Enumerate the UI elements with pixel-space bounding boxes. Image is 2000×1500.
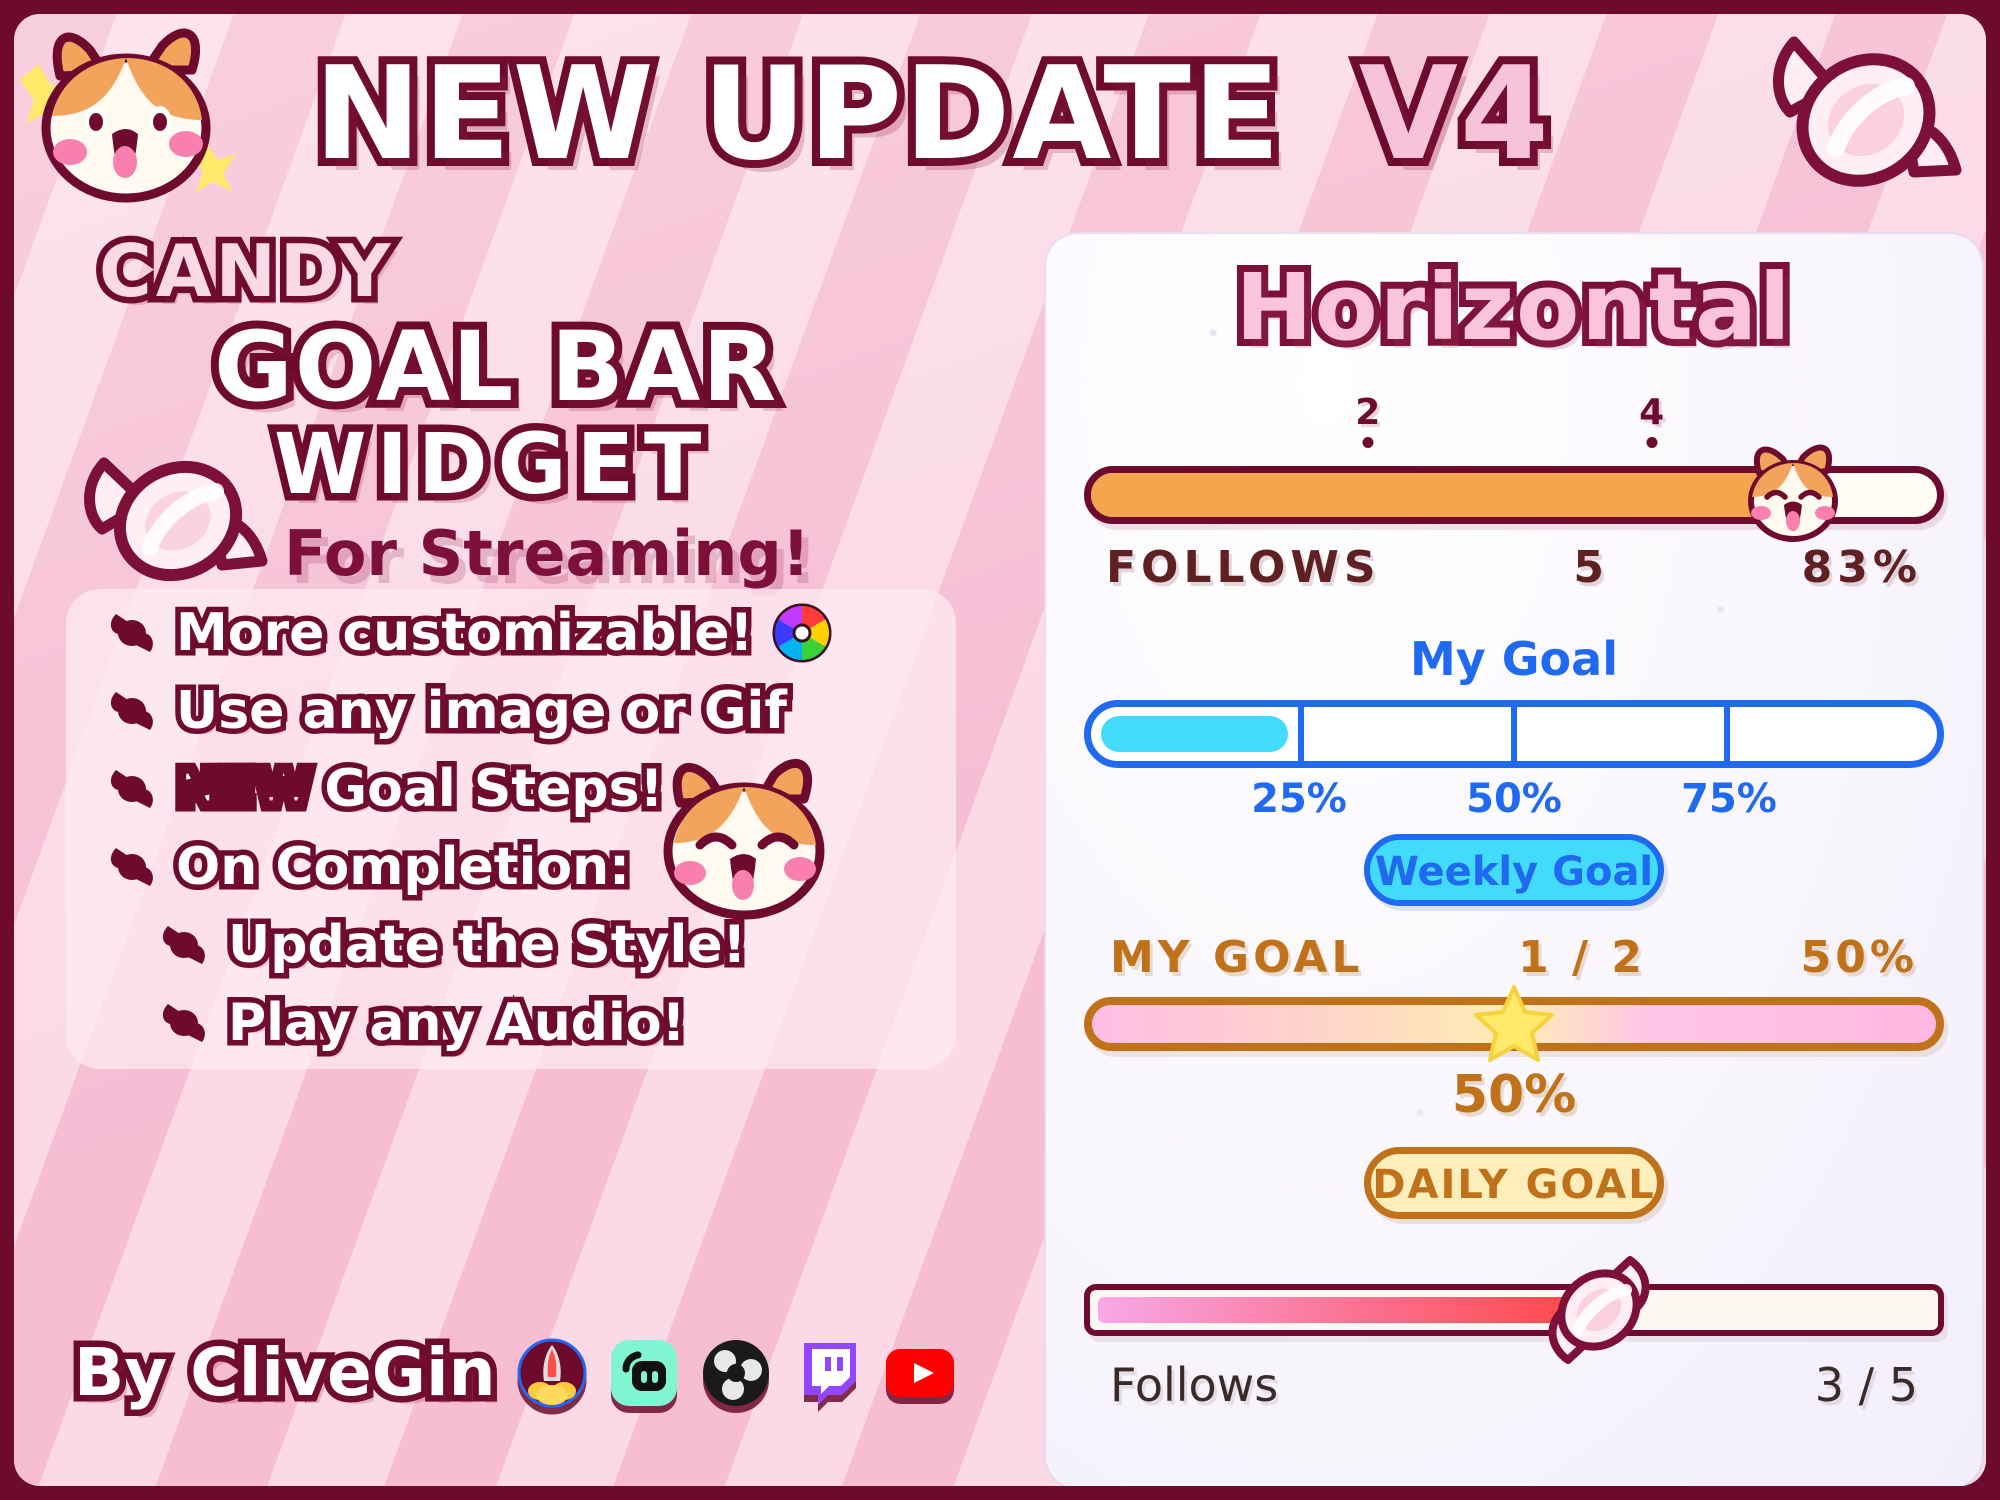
- title-part-version: V4: [1351, 32, 1557, 197]
- step-label: 2: [1355, 392, 1381, 433]
- bar-label-left: FOLLOWS: [1106, 542, 1381, 593]
- step-dot-icon: [1646, 437, 1658, 448]
- bar-label-center: 5: [1573, 542, 1609, 593]
- step-dot-icon: [1362, 437, 1374, 448]
- list-item: Play any Audio!: [158, 987, 691, 1059]
- panel-title: Horizontal: [1229, 247, 1798, 368]
- segment: [1304, 707, 1517, 761]
- bar-labels: 25% 50% 75%: [1084, 776, 1944, 834]
- candy-bullet-icon: [106, 764, 158, 814]
- preview-panel: Horizontal 2 4 FOLLOWS 5 83% My Goal 25%…: [1044, 232, 1984, 1486]
- cat-face-icon: [20, 16, 250, 216]
- candy-bullet-icon: [106, 608, 158, 658]
- bar-label-right: 3 / 5: [1814, 1358, 1918, 1412]
- segment-label: 75%: [1681, 776, 1777, 822]
- page-title: NEW UPDATE V4: [306, 32, 1557, 197]
- title-part-new-update: NEW UPDATE: [306, 32, 1288, 197]
- daily-goal-star-bar: MY GOAL 1 / 2 50% 50% DAILY GOAL: [1084, 932, 1944, 1219]
- bar-label-center: 1 / 2: [1518, 932, 1646, 983]
- list-item-label: Use any image or Gif: [171, 676, 793, 747]
- list-item-label: More customizable!: [170, 598, 758, 669]
- cat-face-thumb-icon[interactable]: [1739, 443, 1847, 547]
- list-item: NEW Goal Steps!: [106, 753, 669, 825]
- segment-label: 25%: [1251, 776, 1347, 822]
- author-name: By CliveGin: [68, 1328, 503, 1418]
- candy-thumb-icon[interactable]: [1534, 1248, 1664, 1372]
- list-item: More customizable!: [106, 597, 833, 669]
- bar-labels: FOLLOWS 5 83%: [1084, 542, 1944, 593]
- candy-wrapped-icon: [1748, 20, 1968, 220]
- bar-label-right: 50%: [1800, 932, 1918, 983]
- widget-word: WIDGET: [266, 408, 712, 521]
- for-streaming-word: For Streaming!: [284, 517, 811, 590]
- list-item: On Completion:: [106, 831, 636, 903]
- youtube-icon[interactable]: [884, 1337, 956, 1409]
- list-item-label: Play any Audio!: [222, 988, 690, 1059]
- progress-track[interactable]: [1084, 985, 1944, 1062]
- progress-track[interactable]: [1084, 1256, 1944, 1364]
- header: NEW UPDATE V4: [14, 14, 1986, 234]
- progress-fill: [1098, 1297, 1598, 1323]
- candy-bullet-icon: [106, 842, 158, 892]
- candy-bullet-icon: [106, 686, 158, 736]
- follows-candy-bar: Follows 3 / 5: [1084, 1256, 1944, 1412]
- bar-label-left: Follows: [1110, 1358, 1279, 1412]
- segment: [1730, 707, 1937, 761]
- bar-labels: MY GOAL 1 / 2 50%: [1084, 932, 1944, 983]
- candy-wrapped-icon: [74, 429, 274, 609]
- step-marker: 2: [1355, 392, 1380, 448]
- goal-bar-word: GOAL BAR: [206, 303, 784, 431]
- poster-inner: NEW UPDATE V4 CANDY GOAL BAR WIDGET For …: [14, 14, 1986, 1486]
- bar-title: My Goal: [1410, 632, 1618, 686]
- new-badge-text: NEW: [170, 754, 317, 825]
- list-item-label: On Completion:: [171, 832, 636, 903]
- streamlabs-icon[interactable]: [608, 1337, 680, 1409]
- list-item: Use any image or Gif: [106, 675, 793, 747]
- my-goal-blue-bar: My Goal 25% 50% 75% Weekly Goal: [1084, 632, 1944, 906]
- bar-labels: Follows 3 / 5: [1084, 1358, 1944, 1412]
- segment: [1517, 707, 1730, 761]
- poster-root: NEW UPDATE V4 CANDY GOAL BAR WIDGET For …: [0, 0, 2000, 1500]
- color-wheel-icon: [771, 602, 833, 664]
- progress-fill: [1091, 473, 1794, 517]
- weekly-goal-button[interactable]: Weekly Goal: [1364, 834, 1664, 906]
- list-item-label: Goal Steps!: [319, 754, 669, 825]
- progress-track[interactable]: [1084, 700, 1944, 768]
- progress-fill: [1101, 716, 1288, 752]
- progress-track[interactable]: [1084, 444, 1944, 542]
- step-marker: 4: [1639, 392, 1664, 448]
- twitch-icon[interactable]: [792, 1337, 864, 1409]
- cat-face-winking-icon: [644, 749, 854, 929]
- streamelements-rocket-icon[interactable]: [516, 1337, 588, 1409]
- candy-bullet-icon: [158, 920, 210, 970]
- follows-orange-bar: 2 4 FOLLOWS 5 83%: [1084, 392, 1944, 593]
- star-thumb-icon[interactable]: [1473, 983, 1555, 1065]
- bar-label-right: 83%: [1801, 542, 1922, 593]
- bar-label-left: MY GOAL: [1110, 932, 1364, 983]
- obs-studio-icon[interactable]: [700, 1337, 772, 1409]
- candy-bullet-icon: [158, 998, 210, 1048]
- percent-label: 50%: [1451, 1065, 1577, 1125]
- segment: [1091, 707, 1304, 761]
- segment-label: 50%: [1466, 776, 1562, 822]
- progress-inner: [1098, 1297, 1930, 1323]
- candy-word: CANDY: [92, 223, 396, 320]
- byline: By CliveGin: [68, 1328, 956, 1418]
- daily-goal-button[interactable]: DAILY GOAL: [1364, 1147, 1664, 1219]
- left-column: CANDY GOAL BAR WIDGET For Streaming! Mor…: [44, 223, 994, 1479]
- step-label: 4: [1639, 392, 1665, 433]
